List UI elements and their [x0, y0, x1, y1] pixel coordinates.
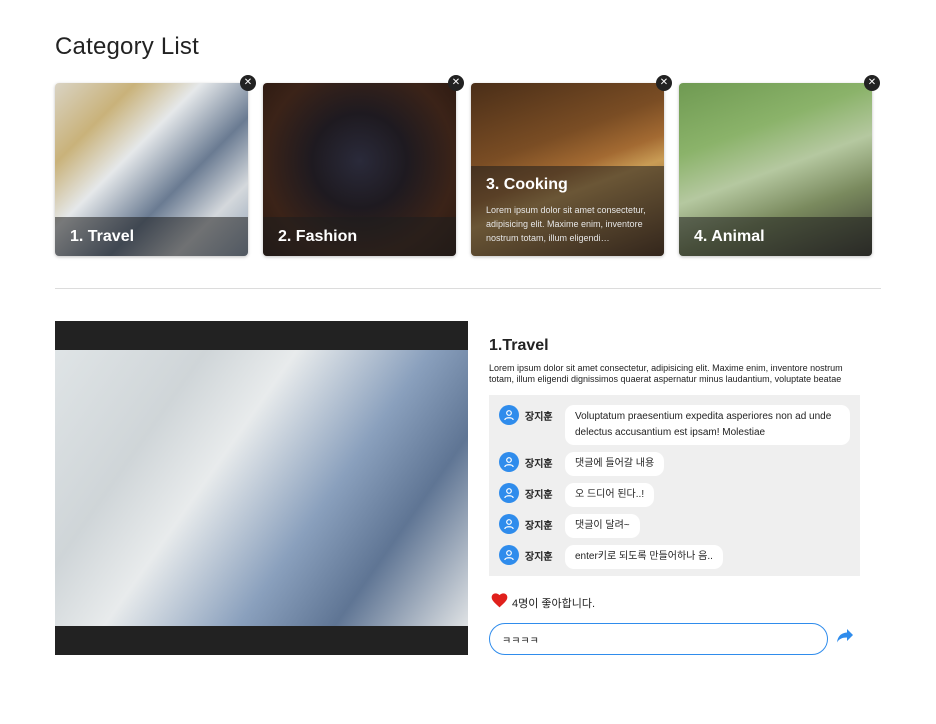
comment-author: 장지훈	[525, 412, 553, 423]
category-card-travel[interactable]: 1. Travel	[55, 83, 248, 256]
close-icon[interactable]: ✕	[240, 75, 256, 91]
user-avatar-icon	[499, 405, 519, 425]
comment-list: 장지훈 Voluptatum praesentium expedita aspe…	[489, 395, 860, 576]
category-caption: 2. Fashion	[263, 217, 456, 256]
comment-item: 장지훈 Voluptatum praesentium expedita aspe…	[499, 405, 850, 445]
comment-text: 댓글이 달려~	[565, 514, 640, 538]
detail-photo-travel	[55, 350, 468, 626]
comment-input[interactable]	[489, 623, 828, 655]
close-icon[interactable]: ✕	[864, 75, 880, 91]
comment-author: 장지훈	[525, 521, 553, 532]
comment-text: 오 드디어 된다..!	[565, 483, 655, 507]
page-title: Category List	[55, 33, 199, 60]
category-card-fashion[interactable]: 2. Fashion	[263, 83, 456, 256]
comment-item: 장지훈 enter키로 되도록 만들어하나 음..	[499, 545, 850, 569]
close-icon[interactable]: ✕	[656, 75, 672, 91]
category-title: 4. Animal	[694, 227, 765, 245]
heart-icon[interactable]	[491, 593, 508, 613]
category-caption: 3. Cooking Lorem ipsum dolor sit amet co…	[471, 166, 664, 256]
like-row: 4명이 좋아합니다.	[491, 593, 595, 613]
category-list: 1. Travel 2. Fashion 3. Cooking Lorem ip…	[55, 75, 881, 256]
like-count-text: 4명이 좋아합니다.	[512, 598, 596, 610]
category-caption: 1. Travel	[55, 217, 248, 256]
category-title: 1. Travel	[70, 227, 135, 245]
detail-title: 1.Travel	[489, 337, 549, 354]
divider	[55, 288, 881, 289]
comment-item: 장지훈 댓글이 달려~	[499, 514, 850, 538]
close-icon[interactable]: ✕	[448, 75, 464, 91]
comment-author: 장지훈	[525, 459, 553, 470]
comment-item: 장지훈 오 드디어 된다..!	[499, 483, 850, 507]
detail-description: Lorem ipsum dolor sit amet consectetur, …	[489, 363, 843, 384]
user-avatar-icon	[499, 452, 519, 472]
send-arrow-icon[interactable]	[836, 628, 854, 644]
user-avatar-icon	[499, 514, 519, 534]
category-title: 3. Cooking	[486, 176, 568, 193]
comment-text: Voluptatum praesentium expedita asperior…	[565, 405, 850, 445]
comment-text: 댓글에 들어갈 내용	[565, 452, 665, 476]
detail-image	[55, 321, 468, 655]
comment-author: 장지훈	[525, 490, 553, 501]
comment-text: enter키로 되도록 만들어하나 음..	[565, 545, 723, 569]
category-description: Lorem ipsum dolor sit amet consectetur, …	[486, 205, 646, 243]
category-card-animal[interactable]: 4. Animal	[679, 83, 872, 256]
comment-item: 장지훈 댓글에 들어갈 내용	[499, 452, 850, 476]
user-avatar-icon	[499, 545, 519, 565]
comment-author: 장지훈	[525, 552, 553, 563]
user-avatar-icon	[499, 483, 519, 503]
category-title: 2. Fashion	[278, 227, 358, 245]
category-caption: 4. Animal	[679, 217, 872, 256]
category-card-cooking[interactable]: 3. Cooking Lorem ipsum dolor sit amet co…	[471, 83, 664, 256]
